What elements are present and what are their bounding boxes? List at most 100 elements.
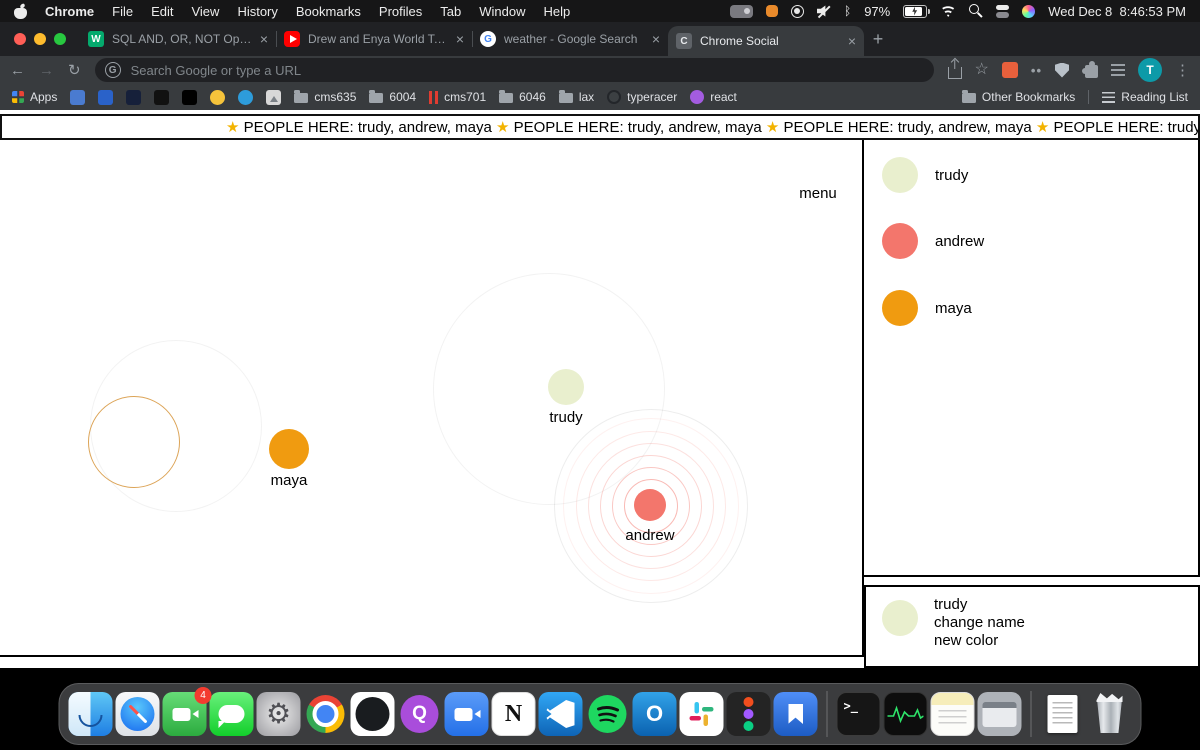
wifi-icon[interactable] (940, 5, 957, 17)
person-row-maya[interactable]: maya (882, 290, 972, 326)
github-dock-icon[interactable] (350, 692, 395, 736)
address-input[interactable] (128, 61, 924, 79)
slack-dock-icon[interactable] (679, 692, 724, 736)
share-icon[interactable] (947, 66, 962, 79)
bookmark-folder-lax[interactable]: lax (558, 90, 594, 104)
terminal-dock-icon[interactable]: >_ (836, 692, 881, 736)
change-name-option[interactable]: change name (934, 614, 1025, 632)
tab-youtube[interactable]: Drew and Enya World Tour Ext × (276, 22, 472, 56)
menu-tab[interactable]: Tab (440, 4, 461, 19)
video-app-dock-icon[interactable]: 4 (162, 687, 212, 736)
forward-button[interactable]: → (39, 63, 54, 78)
menu-window[interactable]: Window (479, 4, 525, 19)
battery-icon[interactable] (903, 4, 930, 18)
shield-extension-icon[interactable] (1055, 62, 1069, 78)
tab-close-button[interactable]: × (848, 34, 856, 48)
figma-dock-icon[interactable] (726, 692, 771, 736)
bookmark-favicon-5[interactable] (182, 89, 198, 105)
document-dock-icon[interactable] (1041, 692, 1085, 736)
mute-icon[interactable] (816, 5, 831, 18)
new-tab-button[interactable]: + (864, 25, 892, 53)
menu-bookmarks[interactable]: Bookmarks (296, 4, 361, 19)
spotlight-icon[interactable] (969, 4, 983, 18)
system-preferences-dock-icon[interactable] (256, 692, 301, 736)
back-button[interactable]: ← (10, 63, 25, 78)
menubar-clock[interactable]: Wed Dec 8 8:46:53 PM (1048, 4, 1186, 19)
bookmarks-app-dock-icon[interactable] (773, 692, 818, 736)
chrome-menu-icon[interactable]: ⋮ (1175, 63, 1190, 78)
tab-chrome-social-active[interactable]: C Chrome Social × (668, 26, 864, 56)
q-app-dock-icon[interactable]: Q (398, 692, 442, 736)
minimize-window-button[interactable] (34, 33, 46, 45)
omnibox[interactable]: G (94, 58, 934, 82)
chrome-dock-icon[interactable] (304, 692, 348, 736)
spotify-dock-icon[interactable] (586, 692, 630, 736)
bookmark-favicon-6[interactable] (210, 89, 226, 105)
tab-close-button[interactable]: × (456, 32, 464, 46)
bookmark-favicon-4[interactable] (154, 89, 170, 105)
stickies-dock-icon[interactable] (930, 692, 975, 736)
person-row-andrew[interactable]: andrew (882, 223, 984, 259)
bluetooth-icon[interactable]: ᛒ (844, 5, 851, 17)
new-color-option[interactable]: new color (934, 632, 1025, 650)
tab-close-button[interactable]: × (652, 32, 660, 46)
marquee-segment: PEOPLE HERE: trudy, andrew, maya (239, 119, 496, 136)
menu-profiles[interactable]: Profiles (379, 4, 422, 19)
profile-avatar[interactable]: T (1138, 58, 1162, 82)
bookmark-folder-6004[interactable]: 6004 (369, 90, 416, 104)
extensions-puzzle-icon[interactable] (1081, 61, 1098, 78)
social-canvas[interactable]: menu maya trudy andrew (0, 140, 864, 657)
vscode-dock-icon[interactable] (538, 692, 583, 736)
bookmark-typeracer[interactable]: typeracer (607, 90, 677, 104)
menu-edit[interactable]: Edit (151, 4, 173, 19)
avatar-andrew[interactable] (634, 489, 666, 521)
tab-google-search[interactable]: G weather - Google Search × (472, 22, 668, 56)
bookmark-react[interactable]: react (690, 90, 737, 104)
person-row-trudy[interactable]: trudy (882, 157, 968, 193)
notion-dock-icon[interactable]: N (491, 692, 536, 736)
menu-view[interactable]: View (191, 4, 219, 19)
canvas-menu-button[interactable]: menu (788, 185, 848, 202)
bookmark-favicon-7[interactable] (238, 89, 254, 105)
apple-menu-icon[interactable] (14, 4, 27, 19)
close-window-button[interactable] (14, 33, 26, 45)
bookmark-favicon-1[interactable] (70, 89, 86, 105)
bookmark-favicon-2[interactable] (98, 89, 114, 105)
avatar-maya[interactable] (269, 429, 309, 469)
bookmark-favicon-8[interactable] (266, 89, 282, 105)
bookmark-favicon-3[interactable] (126, 89, 142, 105)
other-bookmarks-button[interactable]: Other Bookmarks (961, 90, 1075, 104)
reload-button[interactable]: ↻ (68, 63, 81, 78)
finder-dock-icon[interactable] (68, 692, 113, 736)
outlook-dock-icon[interactable]: O (632, 692, 677, 736)
avatar-trudy[interactable] (548, 369, 584, 405)
window-preview-dock-icon[interactable] (977, 692, 1022, 736)
extensions-overflow-icon[interactable]: •• (1031, 63, 1042, 78)
apps-shortcut[interactable]: Apps (12, 90, 57, 104)
trash-dock-icon[interactable] (1088, 692, 1132, 736)
reading-list-panel-icon[interactable] (1111, 64, 1125, 76)
reading-list-button[interactable]: Reading List (1102, 90, 1188, 104)
messages-dock-icon[interactable] (209, 692, 254, 736)
tab-sql-operators[interactable]: W SQL AND, OR, NOT Operators × (80, 22, 276, 56)
tab-close-button[interactable]: × (260, 32, 268, 46)
orange-status-icon[interactable] (765, 5, 778, 17)
bookmark-folder-cms635[interactable]: cms635 (294, 90, 356, 104)
screen-record-icon[interactable] (790, 4, 804, 18)
menu-history[interactable]: History (237, 4, 277, 19)
activity-monitor-dock-icon[interactable] (883, 692, 928, 736)
person-color-dot (882, 157, 918, 193)
zoom-window-button[interactable] (54, 33, 66, 45)
safari-dock-icon[interactable] (115, 692, 160, 736)
camera-indicator-icon[interactable] (729, 4, 753, 18)
siri-icon[interactable] (1022, 4, 1036, 18)
menubar-app-name[interactable]: Chrome (45, 4, 94, 19)
bookmark-cms701[interactable]: cms701 (429, 90, 486, 104)
control-center-icon[interactable] (996, 4, 1010, 18)
bookmark-folder-6046[interactable]: 6046 (499, 90, 546, 104)
menu-help[interactable]: Help (544, 4, 571, 19)
menu-file[interactable]: File (112, 4, 133, 19)
extension-orange-icon[interactable] (1001, 62, 1018, 78)
zoom-dock-icon[interactable] (444, 692, 489, 736)
bookmark-star-icon[interactable]: ☆ (975, 62, 989, 78)
